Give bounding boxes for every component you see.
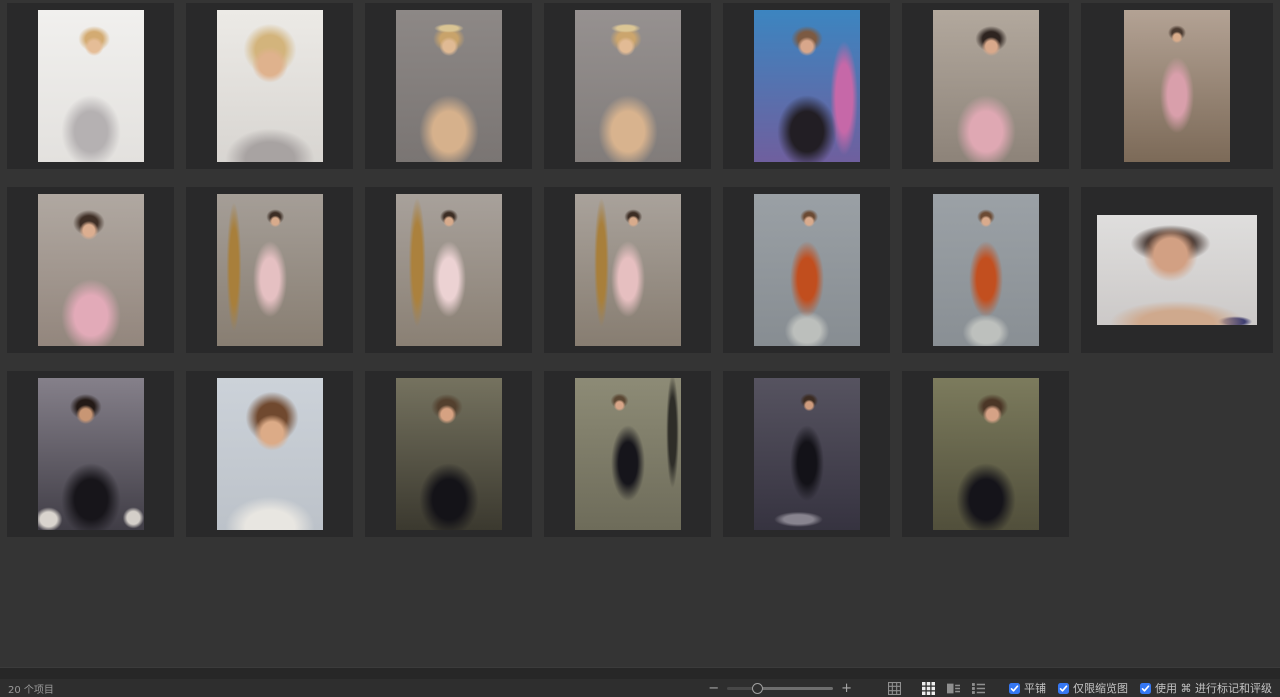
photo-tile[interactable] <box>186 187 353 353</box>
checkbox-icon <box>1058 683 1069 694</box>
photo-thumbnail[interactable] <box>1097 215 1257 325</box>
photo-thumbnail[interactable] <box>217 378 323 530</box>
photo-tile[interactable] <box>902 371 1069 537</box>
photo-tile[interactable] <box>186 371 353 537</box>
photo-thumbnail[interactable] <box>396 378 502 530</box>
photo-tile[interactable] <box>1081 3 1273 169</box>
photo-thumbnail[interactable] <box>575 10 681 162</box>
photo-thumbnail[interactable] <box>38 10 144 162</box>
checkbox-icon <box>1140 683 1151 694</box>
photo-thumbnail[interactable] <box>217 10 323 162</box>
photo-tile[interactable] <box>365 3 532 169</box>
zoom-in-button[interactable]: + <box>837 682 856 695</box>
checkbox-label: 平铺 <box>1024 680 1046 696</box>
photo-thumbnail[interactable] <box>754 378 860 530</box>
photo-tile[interactable] <box>544 187 711 353</box>
checkbox-icon <box>1009 683 1020 694</box>
photo-tile[interactable] <box>365 371 532 537</box>
photo-thumbnail[interactable] <box>396 194 502 346</box>
grid-view-icon[interactable] <box>919 681 938 696</box>
grid-layout-icon[interactable] <box>885 681 904 696</box>
thumbnail-size-slider[interactable] <box>727 682 833 694</box>
photo-tile[interactable] <box>544 3 711 169</box>
photo-tile[interactable] <box>7 187 174 353</box>
list-view-icon[interactable] <box>969 681 988 696</box>
checkbox-option-3[interactable]: 使用 ⌘ 进行标记和评级 <box>1140 680 1272 696</box>
photo-browser-content <box>0 0 1280 668</box>
zoom-out-button[interactable]: − <box>704 682 723 695</box>
photo-tile[interactable] <box>902 3 1069 169</box>
photo-tile[interactable] <box>723 371 890 537</box>
item-count-label: 20 个项目 <box>8 681 54 696</box>
view-mode-buttons <box>882 681 991 696</box>
photo-thumbnail[interactable] <box>933 194 1039 346</box>
slider-track[interactable] <box>727 687 833 690</box>
photo-tile[interactable] <box>544 371 711 537</box>
checkbox-option-1[interactable]: 平铺 <box>1009 680 1046 696</box>
photo-thumbnail[interactable] <box>38 378 144 530</box>
slider-knob[interactable] <box>752 683 763 694</box>
pane-divider <box>0 667 1280 679</box>
checkbox-option-2[interactable]: 仅限缩览图 <box>1058 680 1128 696</box>
photo-tile[interactable] <box>723 3 890 169</box>
content-view-icon[interactable] <box>944 681 963 696</box>
option-checkboxes: 平铺 仅限缩览图 使用 ⌘ 进行标记和评级 <box>1009 680 1272 696</box>
photo-thumbnail[interactable] <box>217 194 323 346</box>
checkbox-label: 仅限缩览图 <box>1073 680 1128 696</box>
photo-thumbnail[interactable] <box>575 194 681 346</box>
photo-thumbnail[interactable] <box>933 10 1039 162</box>
photo-thumbnail[interactable] <box>754 10 860 162</box>
photo-tile[interactable] <box>7 3 174 169</box>
photo-tile[interactable] <box>902 187 1069 353</box>
photo-thumbnail[interactable] <box>396 10 502 162</box>
photo-tile[interactable] <box>1081 187 1273 353</box>
photo-thumbnail[interactable] <box>933 378 1039 530</box>
photo-thumbnail[interactable] <box>575 378 681 530</box>
photo-grid <box>7 3 1273 537</box>
status-bar: 20 个项目 − + 平铺 仅限缩览图 使用 ⌘ 进行标记和评级 <box>0 679 1280 697</box>
photo-thumbnail[interactable] <box>38 194 144 346</box>
photo-thumbnail[interactable] <box>754 194 860 346</box>
checkbox-label: 使用 ⌘ 进行标记和评级 <box>1155 680 1272 696</box>
photo-tile[interactable] <box>723 187 890 353</box>
photo-tile[interactable] <box>7 371 174 537</box>
photo-tile[interactable] <box>365 187 532 353</box>
photo-thumbnail[interactable] <box>1124 10 1230 162</box>
photo-tile[interactable] <box>186 3 353 169</box>
